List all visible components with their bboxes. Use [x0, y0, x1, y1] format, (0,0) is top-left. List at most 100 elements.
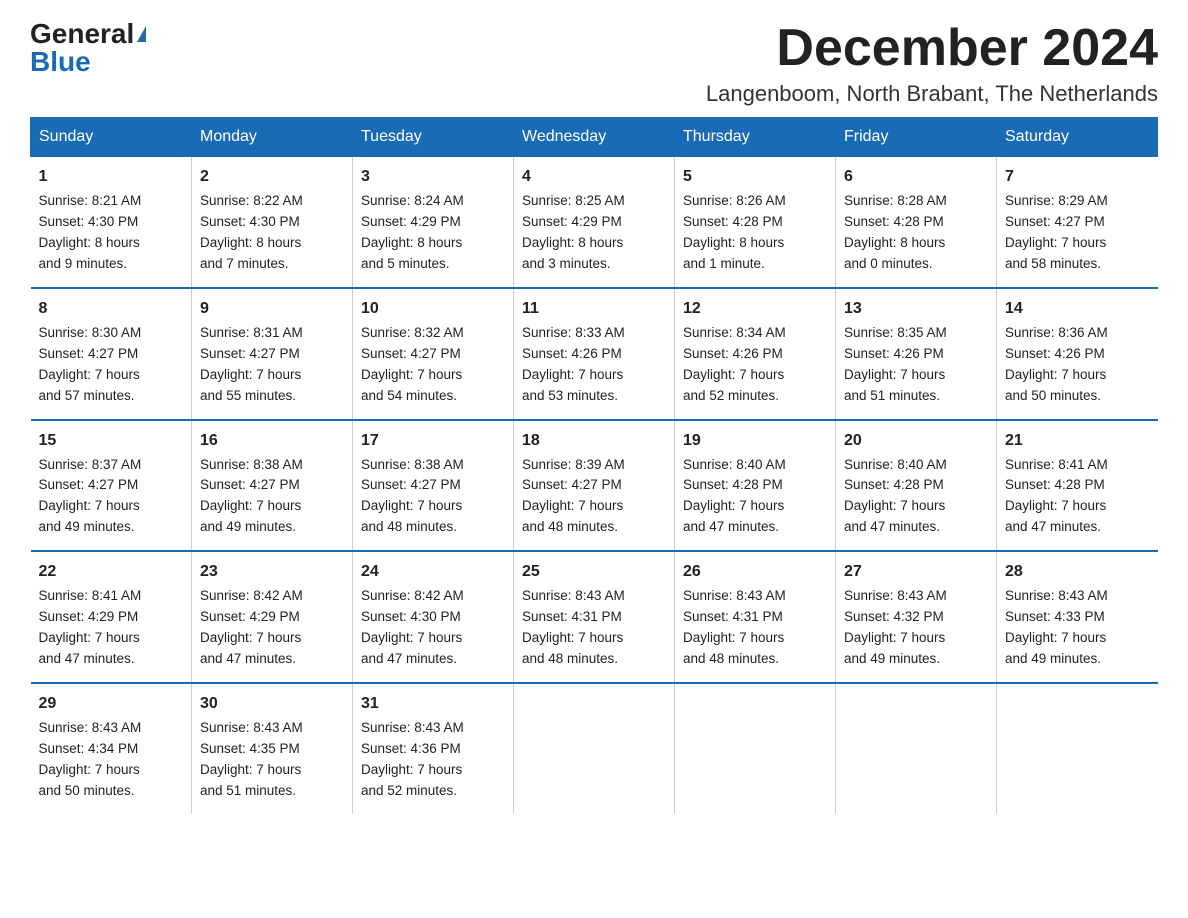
day-number: 7 [1005, 165, 1150, 189]
day-number: 20 [844, 429, 988, 453]
day-info: Sunrise: 8:39 AMSunset: 4:27 PMDaylight:… [522, 457, 625, 535]
table-row: 23 Sunrise: 8:42 AMSunset: 4:29 PMDaylig… [192, 551, 353, 683]
day-number: 27 [844, 560, 988, 584]
title-section: December 2024 Langenboom, North Brabant,… [706, 20, 1158, 107]
day-info: Sunrise: 8:33 AMSunset: 4:26 PMDaylight:… [522, 325, 625, 403]
calendar-week-1: 1 Sunrise: 8:21 AMSunset: 4:30 PMDayligh… [31, 157, 1158, 288]
table-row: 4 Sunrise: 8:25 AMSunset: 4:29 PMDayligh… [514, 157, 675, 288]
day-number: 1 [39, 165, 184, 189]
day-number: 13 [844, 297, 988, 321]
table-row: 28 Sunrise: 8:43 AMSunset: 4:33 PMDaylig… [997, 551, 1158, 683]
month-title: December 2024 [706, 20, 1158, 77]
day-info: Sunrise: 8:25 AMSunset: 4:29 PMDaylight:… [522, 193, 625, 271]
table-row: 27 Sunrise: 8:43 AMSunset: 4:32 PMDaylig… [836, 551, 997, 683]
table-row: 3 Sunrise: 8:24 AMSunset: 4:29 PMDayligh… [353, 157, 514, 288]
day-number: 24 [361, 560, 505, 584]
day-info: Sunrise: 8:38 AMSunset: 4:27 PMDaylight:… [200, 457, 303, 535]
table-row: 29 Sunrise: 8:43 AMSunset: 4:34 PMDaylig… [31, 683, 192, 814]
day-number: 26 [683, 560, 827, 584]
table-row: 6 Sunrise: 8:28 AMSunset: 4:28 PMDayligh… [836, 157, 997, 288]
calendar-week-3: 15 Sunrise: 8:37 AMSunset: 4:27 PMDaylig… [31, 420, 1158, 552]
day-info: Sunrise: 8:43 AMSunset: 4:31 PMDaylight:… [683, 588, 786, 666]
table-row: 21 Sunrise: 8:41 AMSunset: 4:28 PMDaylig… [997, 420, 1158, 552]
table-row: 22 Sunrise: 8:41 AMSunset: 4:29 PMDaylig… [31, 551, 192, 683]
table-row: 7 Sunrise: 8:29 AMSunset: 4:27 PMDayligh… [997, 157, 1158, 288]
day-info: Sunrise: 8:34 AMSunset: 4:26 PMDaylight:… [683, 325, 786, 403]
day-info: Sunrise: 8:35 AMSunset: 4:26 PMDaylight:… [844, 325, 947, 403]
table-row: 25 Sunrise: 8:43 AMSunset: 4:31 PMDaylig… [514, 551, 675, 683]
day-number: 21 [1005, 429, 1150, 453]
day-info: Sunrise: 8:31 AMSunset: 4:27 PMDaylight:… [200, 325, 303, 403]
weekday-header-row: Sunday Monday Tuesday Wednesday Thursday… [31, 118, 1158, 157]
day-number: 17 [361, 429, 505, 453]
header-tuesday: Tuesday [353, 118, 514, 157]
day-number: 29 [39, 692, 184, 716]
table-row: 8 Sunrise: 8:30 AMSunset: 4:27 PMDayligh… [31, 288, 192, 420]
table-row: 13 Sunrise: 8:35 AMSunset: 4:26 PMDaylig… [836, 288, 997, 420]
logo-general: General [30, 20, 146, 48]
table-row: 15 Sunrise: 8:37 AMSunset: 4:27 PMDaylig… [31, 420, 192, 552]
day-info: Sunrise: 8:21 AMSunset: 4:30 PMDaylight:… [39, 193, 142, 271]
header-monday: Monday [192, 118, 353, 157]
day-number: 23 [200, 560, 344, 584]
day-info: Sunrise: 8:41 AMSunset: 4:29 PMDaylight:… [39, 588, 142, 666]
header-friday: Friday [836, 118, 997, 157]
table-row: 11 Sunrise: 8:33 AMSunset: 4:26 PMDaylig… [514, 288, 675, 420]
page-header: General Blue December 2024 Langenboom, N… [30, 20, 1158, 107]
day-info: Sunrise: 8:42 AMSunset: 4:30 PMDaylight:… [361, 588, 464, 666]
calendar-week-4: 22 Sunrise: 8:41 AMSunset: 4:29 PMDaylig… [31, 551, 1158, 683]
table-row: 12 Sunrise: 8:34 AMSunset: 4:26 PMDaylig… [675, 288, 836, 420]
day-number: 4 [522, 165, 666, 189]
table-row: 5 Sunrise: 8:26 AMSunset: 4:28 PMDayligh… [675, 157, 836, 288]
day-info: Sunrise: 8:24 AMSunset: 4:29 PMDaylight:… [361, 193, 464, 271]
header-saturday: Saturday [997, 118, 1158, 157]
day-number: 10 [361, 297, 505, 321]
day-number: 28 [1005, 560, 1150, 584]
table-row [997, 683, 1158, 814]
day-info: Sunrise: 8:40 AMSunset: 4:28 PMDaylight:… [683, 457, 786, 535]
header-wednesday: Wednesday [514, 118, 675, 157]
day-number: 15 [39, 429, 184, 453]
table-row [675, 683, 836, 814]
day-number: 9 [200, 297, 344, 321]
day-number: 6 [844, 165, 988, 189]
day-number: 22 [39, 560, 184, 584]
header-thursday: Thursday [675, 118, 836, 157]
table-row: 1 Sunrise: 8:21 AMSunset: 4:30 PMDayligh… [31, 157, 192, 288]
day-info: Sunrise: 8:41 AMSunset: 4:28 PMDaylight:… [1005, 457, 1108, 535]
day-number: 25 [522, 560, 666, 584]
table-row: 31 Sunrise: 8:43 AMSunset: 4:36 PMDaylig… [353, 683, 514, 814]
day-number: 31 [361, 692, 505, 716]
location-title: Langenboom, North Brabant, The Netherlan… [706, 81, 1158, 107]
day-number: 30 [200, 692, 344, 716]
logo: General Blue [30, 20, 146, 76]
table-row: 30 Sunrise: 8:43 AMSunset: 4:35 PMDaylig… [192, 683, 353, 814]
day-info: Sunrise: 8:37 AMSunset: 4:27 PMDaylight:… [39, 457, 142, 535]
table-row: 2 Sunrise: 8:22 AMSunset: 4:30 PMDayligh… [192, 157, 353, 288]
day-info: Sunrise: 8:38 AMSunset: 4:27 PMDaylight:… [361, 457, 464, 535]
day-info: Sunrise: 8:43 AMSunset: 4:32 PMDaylight:… [844, 588, 947, 666]
day-info: Sunrise: 8:26 AMSunset: 4:28 PMDaylight:… [683, 193, 786, 271]
day-number: 5 [683, 165, 827, 189]
day-info: Sunrise: 8:32 AMSunset: 4:27 PMDaylight:… [361, 325, 464, 403]
day-info: Sunrise: 8:22 AMSunset: 4:30 PMDaylight:… [200, 193, 303, 271]
day-info: Sunrise: 8:29 AMSunset: 4:27 PMDaylight:… [1005, 193, 1108, 271]
calendar-week-2: 8 Sunrise: 8:30 AMSunset: 4:27 PMDayligh… [31, 288, 1158, 420]
day-info: Sunrise: 8:28 AMSunset: 4:28 PMDaylight:… [844, 193, 947, 271]
table-row: 18 Sunrise: 8:39 AMSunset: 4:27 PMDaylig… [514, 420, 675, 552]
day-info: Sunrise: 8:40 AMSunset: 4:28 PMDaylight:… [844, 457, 947, 535]
day-info: Sunrise: 8:43 AMSunset: 4:31 PMDaylight:… [522, 588, 625, 666]
day-info: Sunrise: 8:42 AMSunset: 4:29 PMDaylight:… [200, 588, 303, 666]
day-info: Sunrise: 8:30 AMSunset: 4:27 PMDaylight:… [39, 325, 142, 403]
day-info: Sunrise: 8:36 AMSunset: 4:26 PMDaylight:… [1005, 325, 1108, 403]
day-number: 16 [200, 429, 344, 453]
table-row: 17 Sunrise: 8:38 AMSunset: 4:27 PMDaylig… [353, 420, 514, 552]
day-number: 3 [361, 165, 505, 189]
day-info: Sunrise: 8:43 AMSunset: 4:35 PMDaylight:… [200, 720, 303, 798]
table-row: 19 Sunrise: 8:40 AMSunset: 4:28 PMDaylig… [675, 420, 836, 552]
table-row: 26 Sunrise: 8:43 AMSunset: 4:31 PMDaylig… [675, 551, 836, 683]
table-row: 16 Sunrise: 8:38 AMSunset: 4:27 PMDaylig… [192, 420, 353, 552]
day-number: 11 [522, 297, 666, 321]
day-number: 2 [200, 165, 344, 189]
logo-blue: Blue [30, 48, 91, 76]
